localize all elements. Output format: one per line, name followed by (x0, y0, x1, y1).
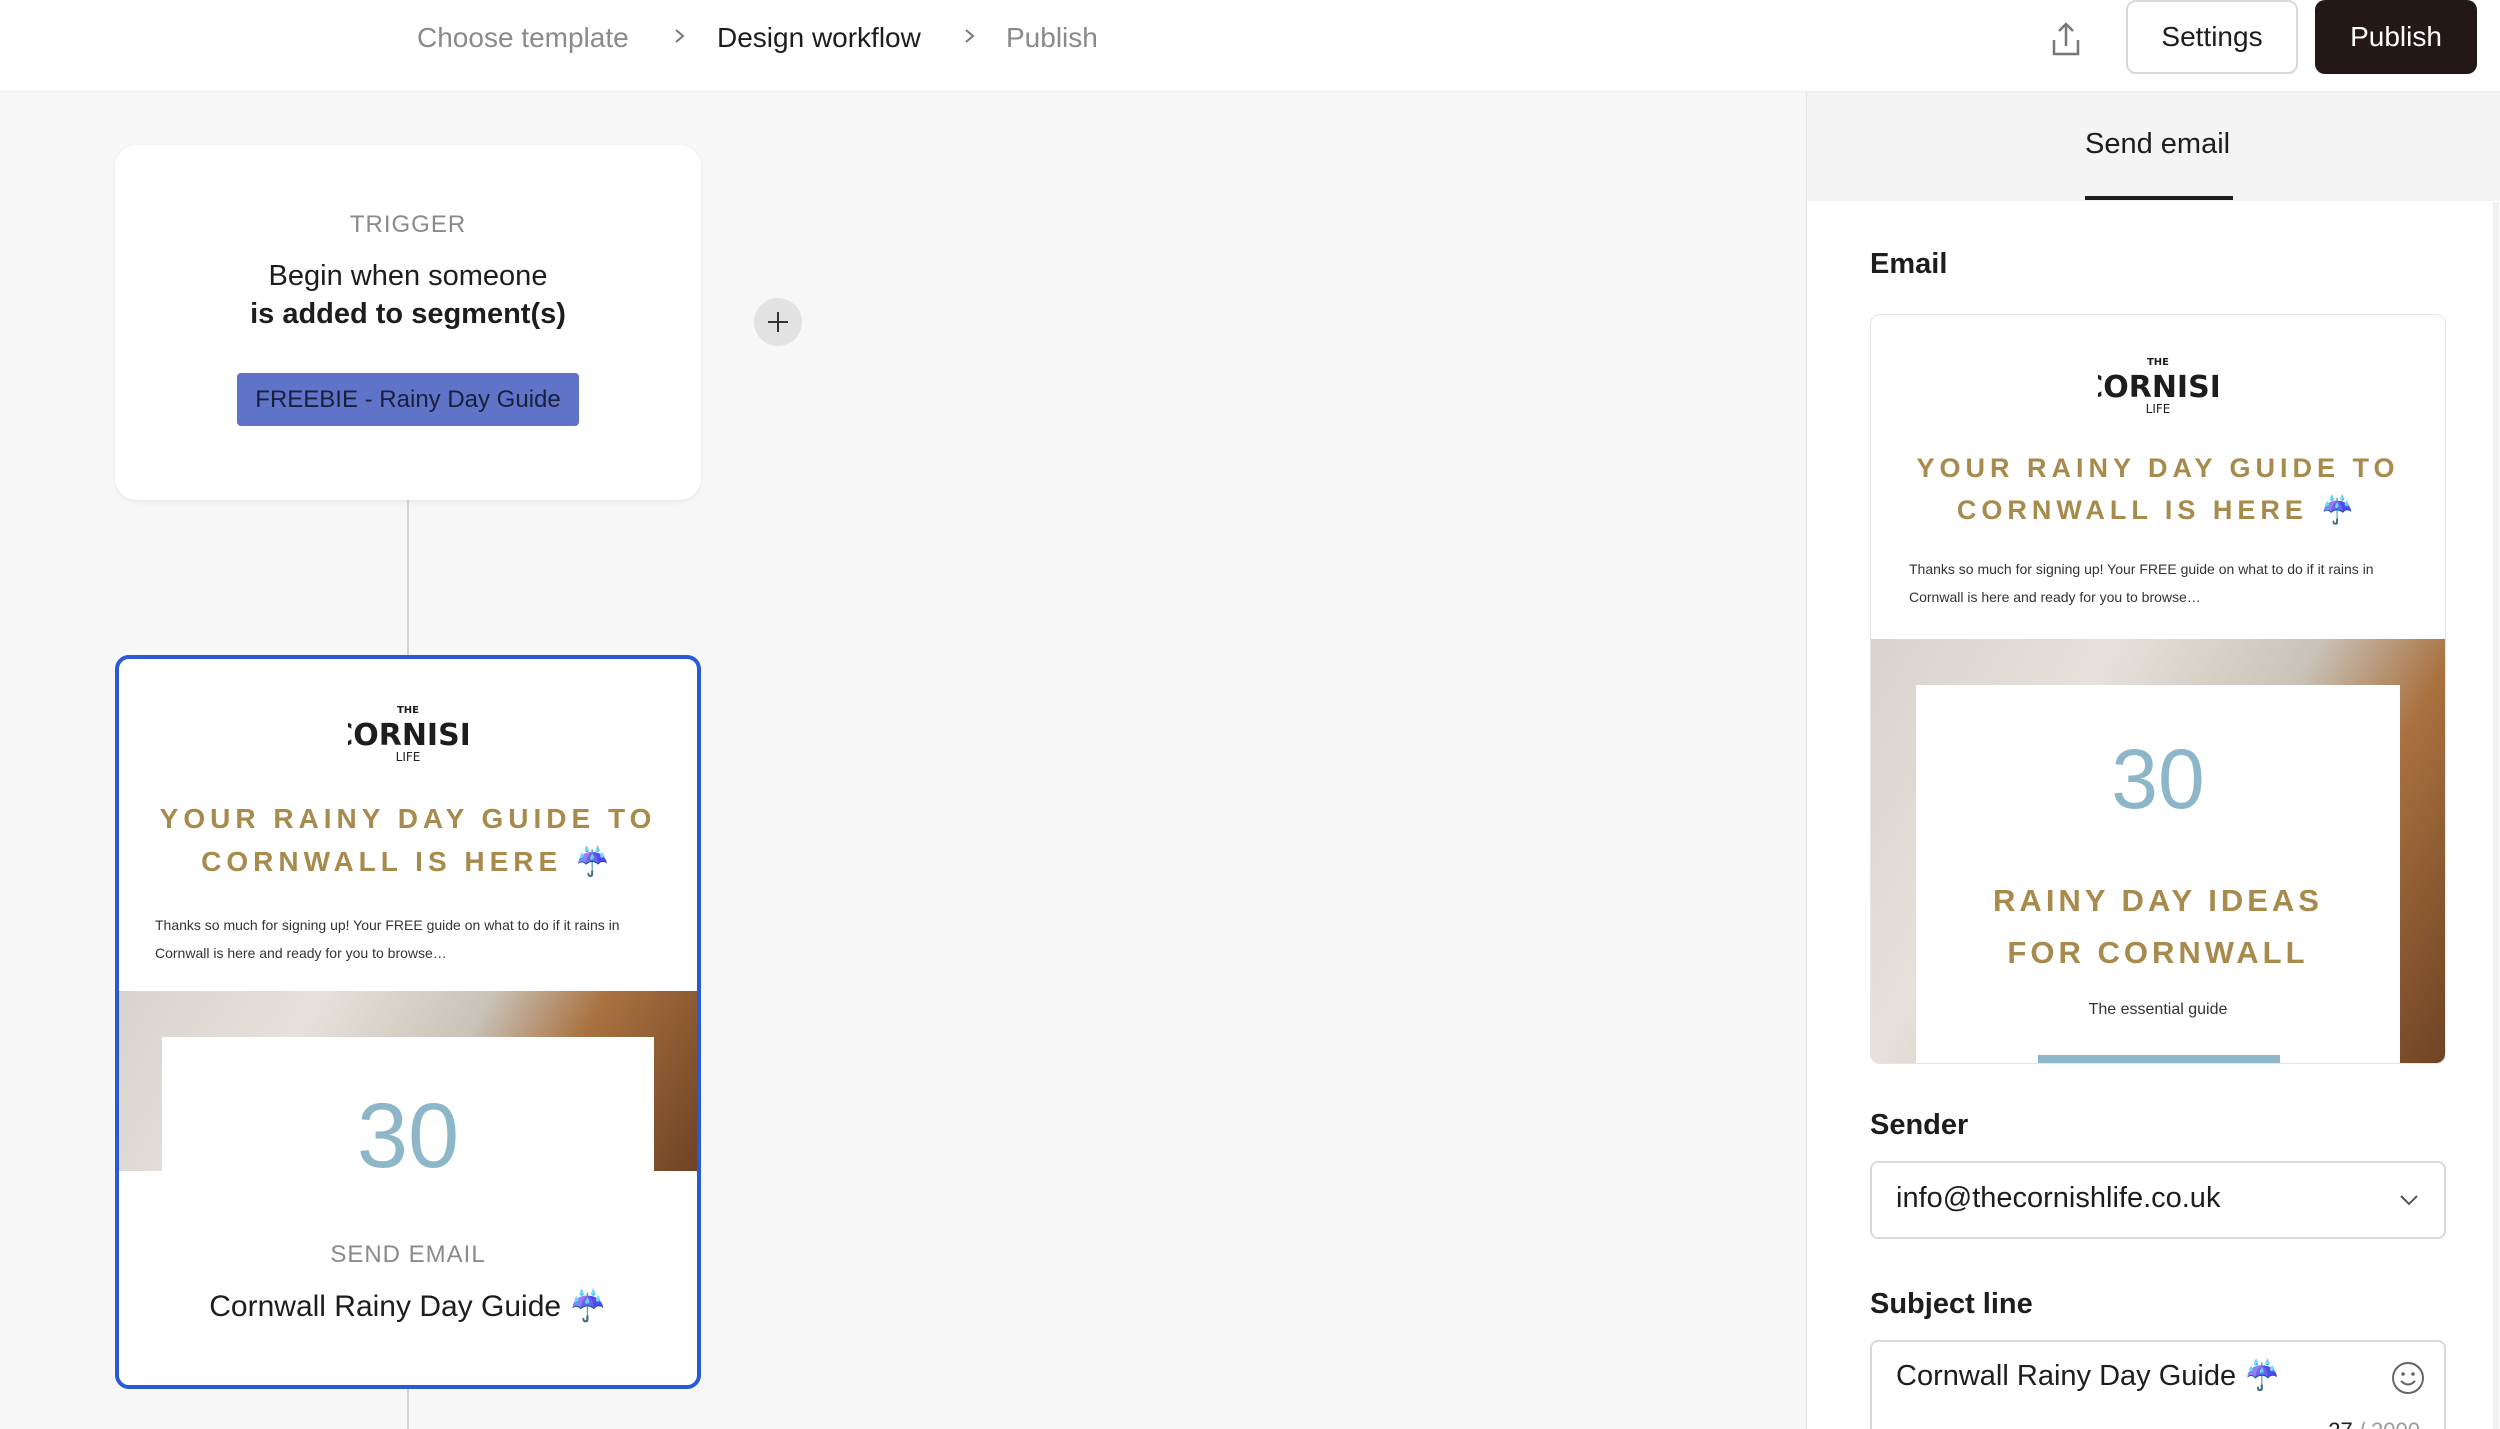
settings-panel: Send email Email THE CORNISH LIFE YOUR R… (1806, 92, 2500, 1429)
svg-text:THE: THE (2147, 357, 2169, 368)
breadcrumb-publish[interactable]: Publish (1006, 20, 1098, 56)
settings-button[interactable]: Settings (2126, 0, 2298, 74)
svg-text:CORNISH: CORNISH (2098, 370, 2218, 405)
send-email-node[interactable]: THE CORNISH LIFE YOUR RAINY DAY GUIDE TO… (115, 655, 701, 1389)
sender-value: info@thecornishlife.co.uk (1896, 1182, 2221, 1214)
guide-cover: 30 (162, 1037, 654, 1171)
email-preview[interactable]: THE CORNISH LIFE YOUR RAINY DAY GUIDE TO… (1870, 314, 2446, 1064)
workflow-connector (407, 500, 409, 655)
cornish-life-logo: THE CORNISH LIFE (348, 705, 468, 764)
workflow-connector (407, 1389, 409, 1429)
guide-accent-bar (2038, 1055, 2280, 1063)
guide-number: 30 (356, 1085, 460, 1171)
active-tab-indicator (2085, 196, 2233, 200)
trigger-description-line1: Begin when someone (268, 260, 548, 292)
email-hero-image: 30 RAINY DAY IDEAS FOR CORNWALL The esse… (1871, 639, 2445, 1063)
add-step-button[interactable] (754, 298, 802, 346)
svg-text:LIFE: LIFE (2146, 402, 2171, 416)
email-title: YOUR RAINY DAY GUIDE TO CORNWALL IS HERE… (159, 803, 657, 877)
node-subject: Cornwall Rainy Day Guide ☔ (209, 1290, 607, 1323)
guide-subtitle: The essential guide (2088, 1001, 2228, 1018)
emoji-icon[interactable] (2390, 1360, 2426, 1396)
subject-line-label: Subject line (1870, 1288, 2033, 1320)
share-icon[interactable] (2044, 18, 2088, 62)
svg-text:THE: THE (397, 705, 419, 716)
guide-number: 30 (2111, 732, 2205, 826)
trigger-description-line2: is added to segment(s) (250, 298, 566, 330)
umbrella-icon: ☔ (574, 846, 615, 877)
subject-line-input[interactable]: Cornwall Rainy Day Guide ☔ 27 / 2000 (1870, 1340, 2446, 1429)
sender-select[interactable]: info@thecornishlife.co.uk (1870, 1161, 2446, 1239)
email-title: YOUR RAINY DAY GUIDE TO CORNWALL IS HERE… (1916, 453, 2400, 525)
trigger-label: TRIGGER (349, 211, 467, 238)
segment-chip[interactable]: FREEBIE - Rainy Day Guide (237, 373, 579, 426)
guide-title: RAINY DAY IDEAS FOR CORNWALL (1993, 883, 2323, 970)
email-hero-image: 30 (119, 991, 697, 1171)
breadcrumb-design-workflow[interactable]: Design workflow (717, 20, 921, 56)
tab-send-email[interactable]: Send email (2085, 128, 2230, 161)
email-body: Thanks so much for signing up! Your FREE… (155, 917, 620, 961)
panel-tab-bar: Send email (1807, 92, 2500, 201)
chevron-right-icon (965, 29, 975, 43)
email-label: Email (1870, 248, 1948, 280)
sender-label: Sender (1870, 1109, 1969, 1141)
panel-scrollbar[interactable] (2493, 202, 2499, 1429)
subject-value: Cornwall Rainy Day Guide ☔ (1896, 1360, 2281, 1392)
character-count: 27 / 2000 (2328, 1418, 2420, 1429)
breadcrumb-choose-template[interactable]: Choose template (417, 20, 629, 56)
svg-text:CORNISH: CORNISH (348, 718, 468, 753)
cornish-life-logo: THE CORNISH LIFE (2098, 357, 2218, 416)
chevron-right-icon (675, 29, 685, 43)
top-bar: Choose template Design workflow Publish … (0, 0, 2500, 92)
chevron-down-icon (2400, 1195, 2418, 1206)
guide-cover: 30 RAINY DAY IDEAS FOR CORNWALL The esse… (1916, 685, 2400, 1063)
umbrella-icon: ☔ (2320, 495, 2360, 525)
trigger-node[interactable]: TRIGGER Begin when someone is added to s… (115, 145, 701, 500)
trigger-description: Begin when someone is added to segment(s… (115, 257, 701, 333)
email-body: Thanks so much for signing up! Your FREE… (1909, 561, 2374, 605)
svg-text:LIFE: LIFE (396, 750, 421, 764)
node-type-label: SEND EMAIL (330, 1241, 486, 1268)
publish-button[interactable]: Publish (2315, 0, 2477, 74)
